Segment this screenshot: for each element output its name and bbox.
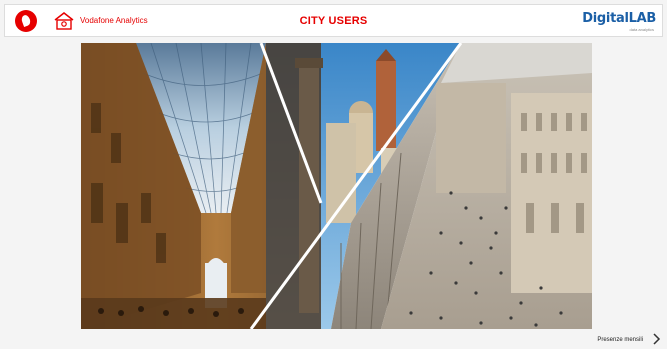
next-page-link[interactable]: Presenze mensili [597,337,643,343]
milan-collage [81,43,592,329]
logo-subtitle: data analytics [629,27,654,32]
chevron-right-icon[interactable] [651,333,661,345]
page-title: CITY USERS [299,15,368,27]
digitallab-logo: DigitalLAB data analytics [582,11,657,33]
logo-part-lab: LAB [628,11,657,26]
top-bar: Vodafone Analytics CITY USERS DigitalLAB… [4,4,663,37]
logo-part-digital: Digital [582,11,629,26]
hero-image-collage [81,43,592,329]
